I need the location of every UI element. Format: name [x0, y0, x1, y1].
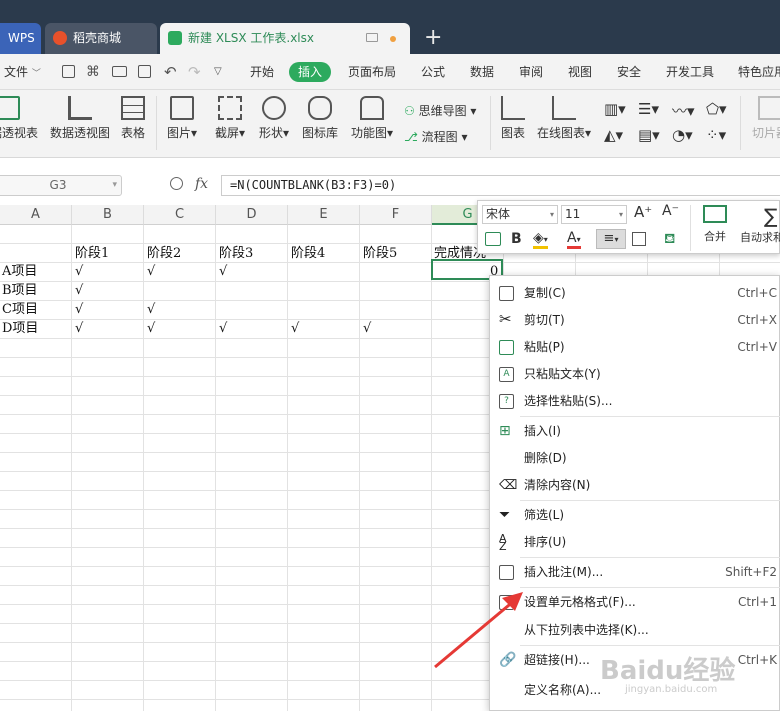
watermark-logo: Baidu经验 [600, 656, 736, 686]
annotation-arrow [434, 592, 523, 669]
watermark-url: jingyan.baidu.com [625, 684, 718, 695]
